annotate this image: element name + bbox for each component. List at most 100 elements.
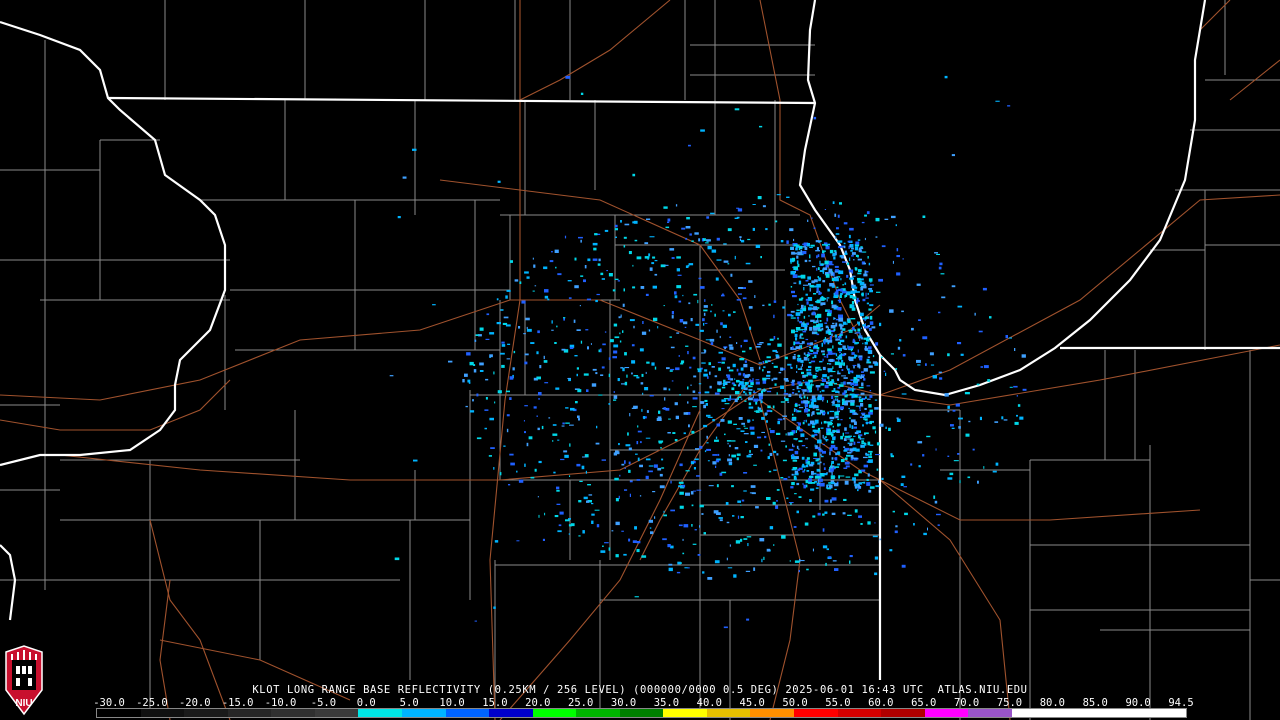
echo-pixel — [836, 308, 838, 310]
echo-pixel — [715, 465, 717, 468]
echo-pixel — [641, 373, 644, 377]
echo-pixel — [532, 257, 534, 260]
echo-pixel — [636, 256, 642, 260]
echo-pixel — [853, 480, 856, 484]
echo-pixel — [783, 368, 786, 371]
echo-pixel — [847, 438, 852, 440]
echo-pixel — [788, 393, 792, 397]
echo-pixel — [876, 468, 879, 471]
echo-pixel — [508, 484, 511, 486]
echo-pixel — [695, 323, 700, 326]
echo-pixel — [475, 334, 479, 336]
echo-pixel — [740, 345, 742, 348]
echo-pixel — [754, 410, 759, 412]
echo-pixel — [927, 527, 928, 531]
echo-pixel — [901, 475, 906, 478]
echo-pixel — [413, 459, 418, 462]
echo-pixel — [819, 461, 822, 464]
echo-pixel — [838, 365, 842, 368]
echo-pixel — [840, 382, 844, 384]
echo-pixel — [892, 260, 894, 264]
echo-pixel — [708, 362, 711, 366]
echo-pixel — [798, 467, 803, 470]
echo-pixel — [702, 571, 705, 574]
echo-pixel — [762, 380, 767, 384]
echo-pixel — [896, 248, 899, 252]
echo-pixel — [895, 368, 898, 370]
echo-pixel — [734, 255, 736, 260]
echo-pixel — [703, 373, 708, 377]
echo-pixel — [784, 356, 788, 360]
echo-pixel — [826, 262, 828, 264]
echo-pixel — [814, 279, 818, 283]
echo-pixel — [861, 412, 866, 415]
echo-pixel — [746, 381, 749, 385]
echo-pixel — [958, 417, 963, 420]
echo-pixel — [766, 497, 771, 500]
echo-pixel — [561, 348, 566, 351]
echo-pixel — [825, 439, 829, 441]
echo-pixel — [810, 420, 815, 425]
echo-pixel — [784, 398, 789, 402]
echo-pixel — [840, 292, 843, 295]
echo-pixel — [760, 400, 763, 404]
echo-pixel — [678, 524, 683, 527]
echo-pixel — [648, 465, 654, 467]
echo-pixel — [837, 398, 839, 403]
echo-pixel — [769, 428, 771, 430]
echo-pixel — [717, 453, 720, 456]
echo-pixel — [790, 286, 793, 288]
echo-pixel — [817, 479, 819, 484]
echo-pixel — [793, 348, 797, 350]
echo-pixel — [767, 343, 771, 346]
echo-pixel — [816, 287, 819, 292]
echo-pixel — [464, 373, 468, 377]
echo-pixel — [863, 456, 868, 459]
echo-pixel — [977, 480, 979, 484]
echo-pixel — [718, 351, 723, 354]
echo-pixel — [832, 322, 835, 325]
echo-pixel — [803, 400, 808, 404]
echo-pixel — [649, 527, 652, 529]
echo-pixel — [538, 398, 540, 400]
echo-pixel — [700, 129, 705, 132]
echo-pixel — [861, 371, 864, 373]
echo-pixel — [819, 360, 823, 363]
echo-pixel — [628, 538, 631, 542]
echo-pixel — [711, 304, 713, 306]
echo-pixel — [690, 318, 693, 322]
echo-pixel — [578, 236, 583, 239]
echo-pixel — [814, 433, 818, 436]
echo-pixel — [786, 240, 789, 244]
echo-pixel — [736, 457, 739, 461]
echo-pixel — [560, 458, 565, 461]
echo-pixel — [918, 319, 921, 321]
echo-pixel — [762, 304, 765, 307]
echo-pixel — [782, 459, 787, 462]
echo-pixel — [807, 460, 810, 465]
echo-pixel — [749, 347, 752, 350]
echo-pixel — [901, 310, 904, 313]
echo-pixel — [575, 401, 578, 404]
echo-pixel — [827, 376, 830, 379]
echo-pixel — [688, 144, 691, 147]
echo-pixel — [674, 291, 677, 295]
echo-pixel — [860, 287, 864, 291]
echo-pixel — [874, 407, 879, 410]
echo-pixel — [1014, 421, 1019, 425]
echo-pixel — [939, 262, 943, 266]
echo-pixel — [844, 480, 849, 485]
echo-pixel — [731, 440, 736, 442]
echo-pixel — [720, 322, 723, 326]
echo-pixel — [615, 554, 619, 558]
echo-pixel — [653, 464, 658, 468]
echo-pixel — [489, 354, 493, 358]
echo-pixel — [849, 417, 851, 419]
echo-pixel — [843, 467, 848, 469]
echo-pixel — [506, 428, 509, 433]
echo-pixel — [703, 424, 708, 428]
echo-pixel — [832, 366, 834, 369]
echo-pixel — [854, 289, 857, 293]
echo-pixel — [600, 550, 606, 553]
echo-pixel — [857, 441, 861, 444]
